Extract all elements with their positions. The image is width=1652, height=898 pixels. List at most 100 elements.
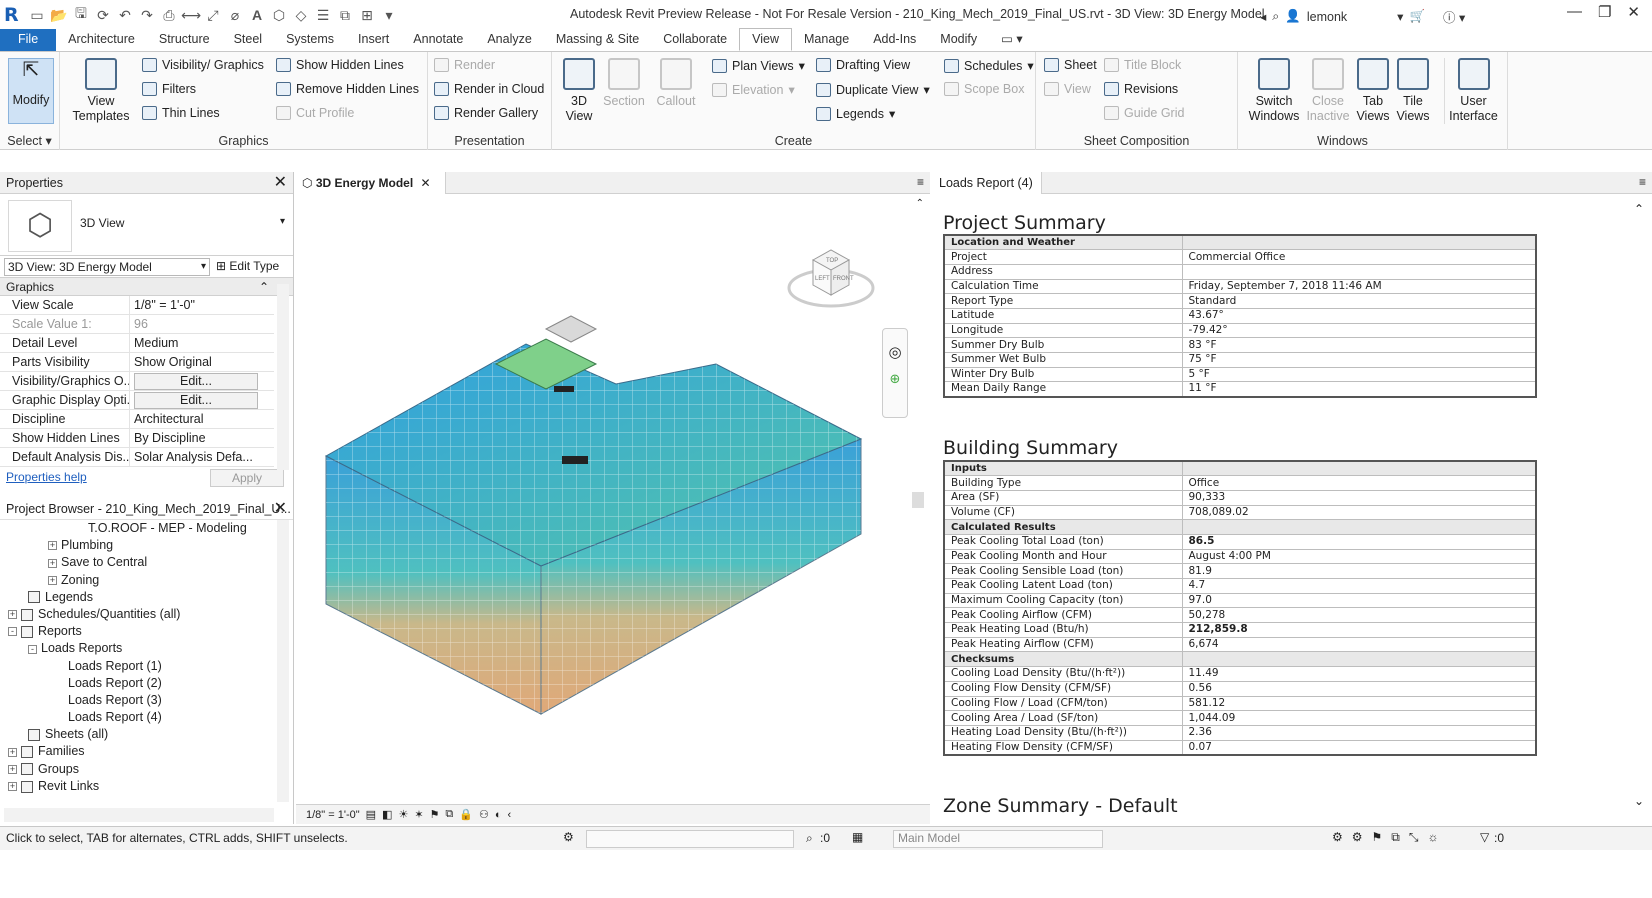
properties-help-link[interactable]: Properties help: [6, 470, 87, 484]
user-name[interactable]: lemonk: [1307, 10, 1347, 24]
duplicate-view-button[interactable]: Duplicate View ▾: [816, 82, 930, 97]
tab-annotate[interactable]: Annotate: [401, 29, 475, 51]
user-dropdown-icon[interactable]: ▾: [1397, 9, 1403, 24]
scroll-left-icon[interactable]: ‹: [508, 809, 512, 821]
tree-item[interactable]: T.O.ROOF - MEP - Modeling: [0, 520, 275, 537]
close-icon[interactable]: ✕: [421, 176, 431, 190]
tab-loads-report-4[interactable]: Loads Report (4): [932, 172, 1042, 194]
revisions-button[interactable]: Revisions: [1104, 82, 1178, 96]
qat-menu-icon[interactable]: ▾: [378, 4, 400, 26]
steering-wheel-icon[interactable]: ◎: [883, 343, 907, 361]
expand-icon[interactable]: +: [8, 782, 17, 792]
open-icon[interactable]: 📂: [48, 4, 70, 26]
tree-item[interactable]: + Save to Central: [0, 554, 275, 571]
scroll-up-icon[interactable]: ⌃: [916, 198, 924, 209]
plan-views-button[interactable]: Plan Views ▾: [712, 58, 805, 73]
tab-manage[interactable]: Manage: [792, 29, 861, 51]
apply-button[interactable]: Apply: [210, 469, 284, 487]
expand-icon[interactable]: +: [8, 764, 17, 774]
3d-view-canvas[interactable]: TOP LEFT FRONT ◎ ⊕ ⌃: [296, 194, 930, 804]
render-icon[interactable]: ⚑: [430, 808, 440, 821]
tab-massing-site[interactable]: Massing & Site: [544, 29, 651, 51]
help-icon[interactable]: ⓘ ▾: [1443, 7, 1465, 26]
tree-item[interactable]: + Zoning: [0, 572, 275, 589]
design-options-icon[interactable]: ▦: [852, 830, 863, 844]
legends-button[interactable]: Legends ▾: [816, 106, 895, 121]
switch-windows-button[interactable]: Switch Windows: [1246, 58, 1302, 124]
schedules-button[interactable]: Schedules ▾: [944, 58, 1034, 73]
browser-scrollbar[interactable]: [277, 520, 289, 802]
close-hidden-icon[interactable]: ⧉: [334, 4, 356, 26]
expand-icon[interactable]: +: [48, 541, 57, 551]
contextual-tab-menu-icon[interactable]: ▭ ▾: [989, 29, 1035, 51]
scroll-up-icon[interactable]: ⌃: [1634, 202, 1644, 216]
tree-item[interactable]: Loads Report (1): [0, 658, 275, 675]
view-button[interactable]: View: [1044, 82, 1091, 96]
tree-item[interactable]: + Revit Links: [0, 778, 275, 795]
browser-hscrollbar[interactable]: [4, 808, 274, 822]
callout-button[interactable]: Callout: [652, 58, 700, 109]
view-cube[interactable]: TOP LEFT FRONT: [786, 240, 876, 310]
chevron-down-icon[interactable]: ▾: [280, 216, 285, 227]
property-value[interactable]: By Discipline: [130, 429, 274, 447]
remove-hidden-lines-button[interactable]: Remove Hidden Lines: [276, 82, 419, 96]
tab-modify[interactable]: Modify: [928, 29, 989, 51]
property-value[interactable]: Show Original: [130, 353, 274, 371]
selection-filters-icons[interactable]: ⚙⚙⚑⧉⤡☼: [1332, 830, 1447, 845]
undo-icon[interactable]: ↶: [114, 4, 136, 26]
edit-button[interactable]: Edit...: [134, 392, 258, 409]
view-instance-selector[interactable]: 3D View: 3D Energy Model ▾: [4, 258, 210, 276]
tree-item[interactable]: + Families: [0, 743, 275, 760]
tree-item[interactable]: Legends: [0, 589, 275, 606]
section-button[interactable]: Section: [602, 58, 646, 109]
title-block-button[interactable]: Title Block: [1104, 58, 1181, 72]
edit-type-button[interactable]: ⊞ Edit Type: [216, 259, 279, 273]
binoculars-icon[interactable]: ⌕: [1272, 9, 1279, 24]
modify-button[interactable]: ⇱ Modify: [8, 58, 54, 124]
tree-item[interactable]: Loads Report (4): [0, 709, 275, 726]
tree-item[interactable]: - Reports: [0, 623, 275, 640]
workset-dropdown[interactable]: [586, 830, 794, 848]
close-icon[interactable]: ✕: [1627, 3, 1640, 21]
3d-view-button[interactable]: 3D View: [560, 58, 598, 124]
property-value[interactable]: Architectural: [130, 410, 274, 428]
tab-systems[interactable]: Systems: [274, 29, 346, 51]
home-icon[interactable]: ▭: [26, 4, 48, 26]
tab-structure[interactable]: Structure: [147, 29, 222, 51]
scroll-down-icon[interactable]: ⌄: [1634, 794, 1644, 808]
type-selector[interactable]: ⬡ 3D View ▾: [0, 194, 293, 256]
measure-icon[interactable]: ⟷: [180, 4, 202, 26]
drafting-view-button[interactable]: Drafting View: [816, 58, 910, 72]
zoom-icon[interactable]: ⊕: [883, 371, 907, 387]
tree-item[interactable]: + Groups: [0, 761, 275, 778]
close-icon[interactable]: ✕: [274, 498, 287, 520]
property-value[interactable]: Solar Analysis Defa...: [130, 448, 274, 466]
expand-icon[interactable]: +: [48, 575, 57, 585]
visibility-graphics-button[interactable]: Visibility/ Graphics: [142, 58, 264, 72]
tab-steel[interactable]: Steel: [222, 29, 275, 51]
select-label[interactable]: Select ▾: [0, 133, 59, 148]
property-value[interactable]: Medium: [130, 334, 274, 352]
restore-icon[interactable]: ❐: [1598, 3, 1611, 21]
graphics-group-header[interactable]: Graphics ⌃: [0, 278, 293, 296]
view-scrollbar-thumb[interactable]: [912, 492, 924, 508]
render-cloud-button[interactable]: Render in Cloud: [434, 82, 544, 96]
tab-insert[interactable]: Insert: [346, 29, 401, 51]
design-option-dropdown[interactable]: Main Model: [893, 830, 1103, 848]
nav-arrow-icon[interactable]: ◂: [1260, 9, 1266, 24]
sheet-button[interactable]: Sheet: [1044, 58, 1097, 72]
tab-menu-icon[interactable]: ≡: [1639, 175, 1646, 189]
dimension-icon[interactable]: ⤢: [202, 4, 224, 26]
filter-icon[interactable]: ▽: [1480, 830, 1489, 844]
expand-icon[interactable]: +: [8, 610, 17, 620]
collapse-icon[interactable]: -: [8, 627, 17, 637]
text-icon[interactable]: A: [246, 4, 268, 26]
tree-item[interactable]: Loads Report (3): [0, 692, 275, 709]
sync-icon[interactable]: ⟳: [92, 4, 114, 26]
switch-windows-icon[interactable]: ⊞: [356, 4, 378, 26]
sun-path-icon[interactable]: ☀: [398, 808, 408, 821]
elevation-button[interactable]: Elevation ▾: [712, 82, 795, 97]
property-value[interactable]: 1/8" = 1'-0": [130, 296, 274, 314]
properties-scrollbar[interactable]: [277, 284, 289, 470]
expand-icon[interactable]: +: [48, 558, 57, 568]
